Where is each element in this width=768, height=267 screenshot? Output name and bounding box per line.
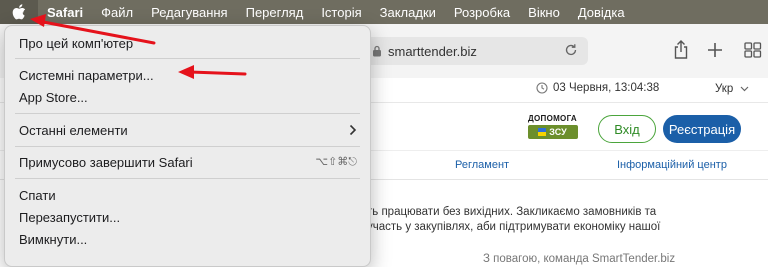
app-store-label: App Store... [19,89,88,105]
apple-icon [12,4,26,20]
about-label: Про цей комп'ютер [19,35,134,51]
help-title: ДОПОМОГА [528,114,577,123]
menu-item-app-store[interactable]: App Store... [19,87,357,107]
menu-separator [15,178,360,179]
lock-icon [373,45,381,57]
ukraine-flag-icon [538,128,547,136]
menu-file[interactable]: Файл [92,5,142,20]
menu-separator [15,58,360,59]
zsu-label: ЗСУ [549,127,567,137]
menu-item-force-quit[interactable]: Примусово завершити Safari ⌥⇧⌘⎋ [19,152,357,172]
chevron-down-icon [740,86,749,92]
menu-separator [15,146,360,147]
menu-item-system-settings[interactable]: Системні параметри... [19,65,357,85]
apple-menu-dropdown: Про цей комп'ютер Системні параметри... … [4,25,371,267]
apple-menu-button[interactable] [0,0,38,24]
clock-icon [536,82,548,94]
menu-item-about[interactable]: Про цей комп'ютер [19,33,357,53]
help-zsu-banner[interactable]: ДОПОМОГА ЗСУ [525,114,580,139]
menu-separator [15,113,360,114]
force-quit-label: Примусово завершити Safari [19,154,193,170]
page-text-line-1: ть працювати без вихідних. Закликаємо за… [367,206,657,218]
menu-bookmarks[interactable]: Закладки [371,5,445,20]
menu-item-shutdown[interactable]: Вимкнути... [19,229,357,249]
datetime-text: 03 Червня, 13:04:38 [553,82,660,94]
menu-help[interactable]: Довідка [569,5,634,20]
menu-history[interactable]: Історія [312,5,370,20]
nav-info-center[interactable]: Інформаційний центр [617,159,727,171]
menu-item-restart[interactable]: Перезапустити... [19,207,357,227]
page-text-line-3: З повагою, команда SmartTender.biz [483,253,676,265]
chevron-right-icon [349,124,357,136]
menu-safari[interactable]: Safari [38,5,92,20]
reload-icon[interactable] [564,43,578,57]
address-text: smarttender.biz [388,43,477,59]
sleep-label: Спати [19,187,56,203]
recent-items-label: Останні елементи [19,122,128,138]
menu-edit[interactable]: Редагування [142,5,237,20]
language-label: Укр [715,83,734,95]
register-button[interactable]: Реєстрація [663,115,741,143]
menu-window[interactable]: Вікно [519,5,569,20]
shutdown-label: Вимкнути... [19,231,88,247]
share-icon[interactable] [673,40,689,60]
system-settings-label: Системні параметри... [19,67,154,83]
datetime: 03 Червня, 13:04:38 [536,82,659,94]
menu-view[interactable]: Перегляд [237,5,313,20]
nav-reglament[interactable]: Регламент [455,159,509,171]
tab-overview-icon[interactable] [744,42,762,58]
force-quit-shortcut: ⌥⇧⌘⎋ [315,156,357,168]
zsu-badge: ЗСУ [527,125,578,139]
page-text-line-2: участь у закупівлях, аби підтримувати ек… [367,221,661,233]
language-select[interactable]: Укр [715,83,749,95]
menu-develop[interactable]: Розробка [445,5,519,20]
menu-bar: Safari Файл Редагування Перегляд Історія… [0,0,768,24]
restart-label: Перезапустити... [19,209,121,225]
login-button[interactable]: Вхід [598,115,656,143]
new-tab-icon[interactable] [707,42,723,58]
menu-item-recent-items[interactable]: Останні елементи [19,120,357,140]
menu-item-sleep[interactable]: Спати [19,185,357,205]
